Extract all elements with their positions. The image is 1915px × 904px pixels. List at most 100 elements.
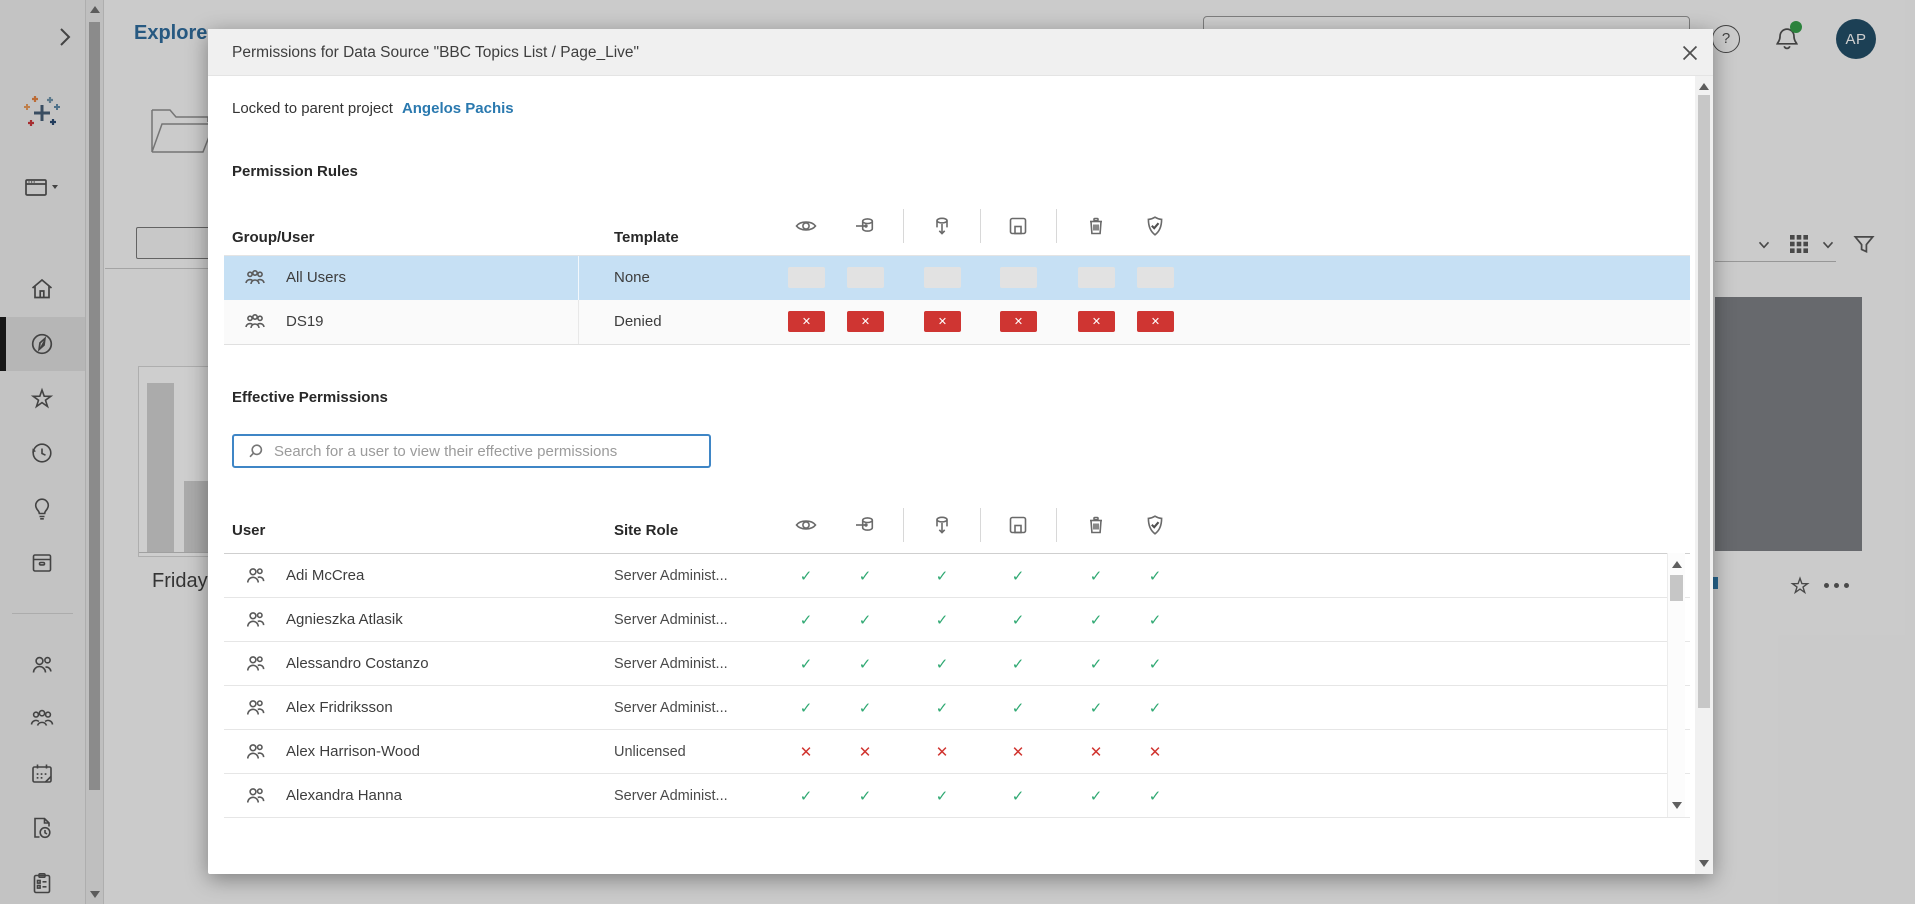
capability-download-allowed: ✓ bbox=[927, 642, 957, 686]
locked-to-parent-row: Locked to parent project Angelos Pachis bbox=[232, 100, 514, 117]
site-role-value: Server Administ... bbox=[614, 774, 728, 818]
rule-template-value[interactable]: None bbox=[614, 256, 650, 300]
effective-permission-row: Alexandra HannaServer Administ...✓✓✓✓✓✓ bbox=[224, 774, 1690, 818]
group-icon bbox=[243, 266, 267, 290]
download-icon bbox=[930, 513, 954, 537]
capability-delete-unset[interactable] bbox=[1078, 267, 1115, 288]
user-icon bbox=[243, 740, 267, 764]
rule-group-name: All Users bbox=[286, 256, 346, 300]
capability-delete-allowed: ✓ bbox=[1081, 554, 1111, 598]
capability-overwrite-unset[interactable] bbox=[1000, 267, 1037, 288]
dialog-title: Permissions for Data Source "BBC Topics … bbox=[232, 29, 639, 76]
capability-view-denied[interactable]: ✕ bbox=[788, 311, 825, 332]
capability-set-permissions-unset[interactable] bbox=[1137, 267, 1174, 288]
view-icon bbox=[794, 214, 818, 238]
capability-delete-allowed: ✓ bbox=[1081, 686, 1111, 730]
effective-permission-row: Alessandro CostanzoServer Administ...✓✓✓… bbox=[224, 642, 1690, 686]
rule-group-name: DS19 bbox=[286, 300, 324, 344]
capability-connect-denied[interactable]: ✕ bbox=[847, 311, 884, 332]
users-capability-header bbox=[208, 513, 1695, 537]
user-table-scrollbar[interactable] bbox=[1667, 553, 1685, 817]
dialog-scrollbar[interactable] bbox=[1695, 76, 1713, 874]
column-divider bbox=[578, 300, 579, 344]
capability-view-allowed: ✓ bbox=[791, 598, 821, 642]
capability-view-allowed: ✓ bbox=[791, 774, 821, 818]
permission-rule-row[interactable]: DS19 Denied ✕ ✕ ✕ ✕ ✕ ✕ bbox=[224, 300, 1690, 344]
overwrite-icon bbox=[1006, 214, 1030, 238]
site-role-value: Server Administ... bbox=[614, 598, 728, 642]
capability-view-allowed: ✓ bbox=[791, 686, 821, 730]
capability-group-divider bbox=[980, 209, 981, 243]
capability-connect-allowed: ✓ bbox=[850, 598, 880, 642]
capability-overwrite-allowed: ✓ bbox=[1003, 554, 1033, 598]
site-role-value: Server Administ... bbox=[614, 554, 728, 598]
capability-download-unset[interactable] bbox=[924, 267, 961, 288]
delete-icon bbox=[1084, 214, 1108, 238]
site-role-value: Server Administ... bbox=[614, 686, 728, 730]
scrollbar-down-arrow[interactable] bbox=[1699, 860, 1709, 867]
parent-project-link[interactable]: Angelos Pachis bbox=[402, 100, 514, 117]
capability-connect-allowed: ✓ bbox=[850, 774, 880, 818]
capability-download-denied: ✕ bbox=[927, 730, 957, 774]
user-icon bbox=[243, 696, 267, 720]
capability-group-divider bbox=[1056, 209, 1057, 243]
capability-set-permissions-denied[interactable]: ✕ bbox=[1137, 311, 1174, 332]
capability-connect-allowed: ✓ bbox=[850, 642, 880, 686]
capability-download-denied[interactable]: ✕ bbox=[924, 311, 961, 332]
delete-icon bbox=[1084, 513, 1108, 537]
capability-set-permissions-allowed: ✓ bbox=[1140, 686, 1170, 730]
capability-set-permissions-allowed: ✓ bbox=[1140, 598, 1170, 642]
scrollbar-thumb[interactable] bbox=[1698, 95, 1710, 708]
search-input[interactable] bbox=[274, 443, 709, 460]
capability-delete-allowed: ✓ bbox=[1081, 598, 1111, 642]
effective-permission-row: Alex Harrison-WoodUnlicensed✕✕✕✕✕✕ bbox=[224, 730, 1690, 774]
locked-text: Locked to parent project bbox=[232, 100, 393, 117]
site-role-value: Server Administ... bbox=[614, 642, 728, 686]
capability-overwrite-denied[interactable]: ✕ bbox=[1000, 311, 1037, 332]
effective-permissions-heading: Effective Permissions bbox=[232, 389, 388, 406]
effective-permissions-search bbox=[232, 434, 711, 468]
set-permissions-icon bbox=[1143, 214, 1167, 238]
effective-permissions-table: Adi McCreaServer Administ...✓✓✓✓✓✓Agnies… bbox=[224, 553, 1690, 818]
user-icon bbox=[243, 652, 267, 676]
capability-view-allowed: ✓ bbox=[791, 642, 821, 686]
capability-overwrite-allowed: ✓ bbox=[1003, 686, 1033, 730]
capability-view-allowed: ✓ bbox=[791, 554, 821, 598]
effective-permission-row: Agnieszka AtlasikServer Administ...✓✓✓✓✓… bbox=[224, 598, 1690, 642]
scrollbar-up-arrow[interactable] bbox=[1672, 561, 1682, 568]
view-icon bbox=[794, 513, 818, 537]
user-name: Agnieszka Atlasik bbox=[286, 598, 403, 642]
capability-connect-denied: ✕ bbox=[850, 730, 880, 774]
capability-group-divider bbox=[1056, 508, 1057, 542]
permission-rules-table: All Users None DS19 Denied ✕ ✕ ✕ ✕ ✕ ✕ bbox=[224, 255, 1690, 345]
overwrite-icon bbox=[1006, 513, 1030, 537]
capability-delete-denied: ✕ bbox=[1081, 730, 1111, 774]
capability-connect-unset[interactable] bbox=[847, 267, 884, 288]
user-icon bbox=[243, 564, 267, 588]
capability-set-permissions-denied: ✕ bbox=[1140, 730, 1170, 774]
capability-overwrite-allowed: ✓ bbox=[1003, 642, 1033, 686]
capability-connect-allowed: ✓ bbox=[850, 554, 880, 598]
user-name: Alexandra Hanna bbox=[286, 774, 402, 818]
rule-template-value[interactable]: Denied bbox=[614, 300, 662, 344]
connect-icon bbox=[853, 214, 877, 238]
effective-permission-row: Adi McCreaServer Administ...✓✓✓✓✓✓ bbox=[224, 554, 1690, 598]
capability-view-denied: ✕ bbox=[791, 730, 821, 774]
scrollbar-up-arrow[interactable] bbox=[1699, 83, 1709, 90]
capability-delete-denied[interactable]: ✕ bbox=[1078, 311, 1115, 332]
user-icon bbox=[243, 784, 267, 808]
scrollbar-down-arrow[interactable] bbox=[1672, 802, 1682, 809]
download-icon bbox=[930, 214, 954, 238]
capability-delete-allowed: ✓ bbox=[1081, 642, 1111, 686]
close-icon[interactable] bbox=[1676, 39, 1704, 67]
connect-icon bbox=[853, 513, 877, 537]
permission-rules-heading: Permission Rules bbox=[232, 163, 358, 180]
user-name: Alex Fridriksson bbox=[286, 686, 393, 730]
capability-download-allowed: ✓ bbox=[927, 774, 957, 818]
capability-group-divider bbox=[980, 508, 981, 542]
capability-overwrite-allowed: ✓ bbox=[1003, 774, 1033, 818]
dialog-titlebar: Permissions for Data Source "BBC Topics … bbox=[208, 29, 1713, 76]
capability-view-unset[interactable] bbox=[788, 267, 825, 288]
permission-rule-row[interactable]: All Users None bbox=[224, 256, 1690, 300]
scrollbar-thumb[interactable] bbox=[1670, 575, 1683, 601]
